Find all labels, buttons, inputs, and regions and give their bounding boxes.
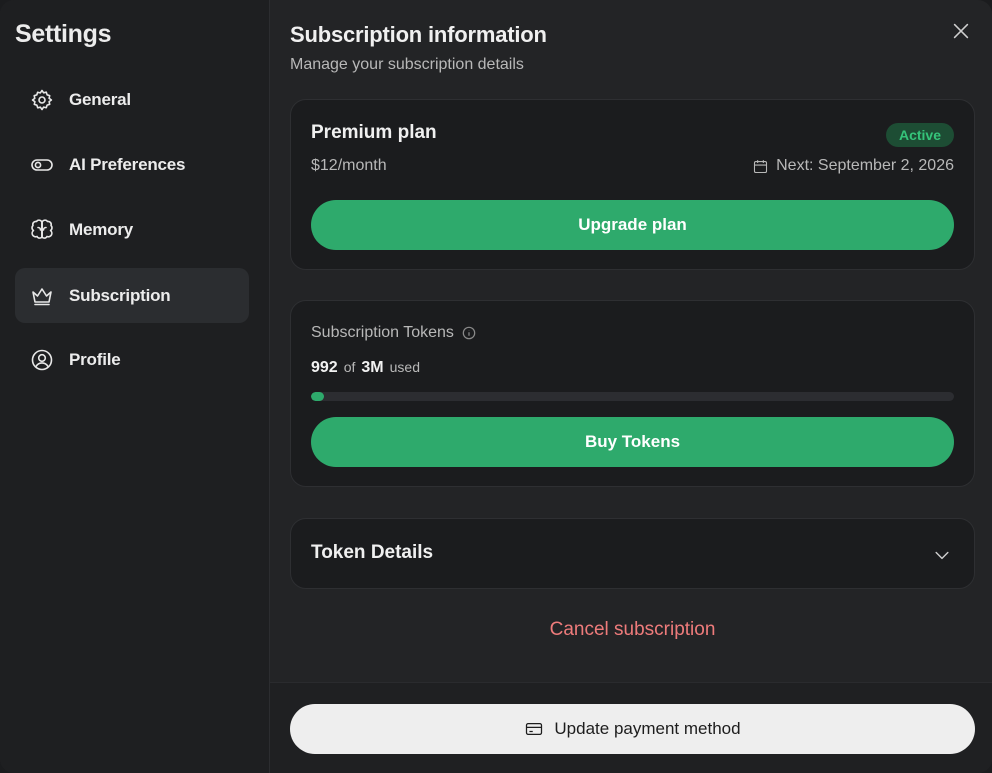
sidebar-item-profile[interactable]: Profile: [15, 332, 249, 387]
plan-name: Premium plan: [311, 122, 437, 143]
main-panel: Subscription information Manage your sub…: [270, 0, 992, 773]
user-circle-icon: [29, 347, 55, 373]
footer: Update payment method: [270, 682, 992, 773]
sidebar-item-memory[interactable]: Memory: [15, 202, 249, 257]
crown-icon: [29, 283, 55, 309]
tokens-label: Subscription Tokens: [311, 324, 454, 341]
brain-icon: [29, 217, 55, 243]
token-details-accordion[interactable]: Token Details: [290, 518, 975, 589]
page-subtitle: Manage your subscription details: [290, 56, 524, 73]
close-icon: [953, 23, 969, 39]
page-title: Subscription information: [290, 22, 547, 47]
token-details-label: Token Details: [311, 542, 434, 563]
close-button[interactable]: [950, 20, 974, 44]
sidebar-item-subscription[interactable]: Subscription: [15, 268, 249, 323]
buy-tokens-button[interactable]: Buy Tokens: [311, 417, 954, 467]
sidebar-item-label: Profile: [69, 349, 121, 369]
info-icon[interactable]: [462, 326, 476, 340]
calendar-icon: [754, 159, 768, 173]
sidebar-item-label: General: [69, 89, 131, 109]
tokens-used: 992: [311, 359, 338, 376]
sidebar-item-label: Memory: [69, 219, 133, 239]
next-billing-label: Next: September 2, 2026: [776, 157, 954, 174]
sidebar: Settings General AI Preferences Memory S…: [0, 0, 270, 773]
tokens-used-label: used: [389, 359, 420, 375]
sidebar-item-ai-preferences[interactable]: AI Preferences: [15, 137, 249, 192]
tokens-label-row: Subscription Tokens: [311, 324, 476, 342]
tokens-total: 3M: [361, 359, 384, 376]
sidebar-item-label: AI Preferences: [69, 154, 186, 174]
next-billing-date: Next: September 2, 2026: [752, 157, 954, 175]
gear-icon: [29, 87, 55, 113]
credit-card-icon: [526, 722, 543, 736]
plan-price: $12/month: [311, 157, 387, 174]
plan-card: Premium plan Active $12/month Next: Sept…: [290, 99, 975, 270]
sidebar-item-label: Subscription: [69, 285, 171, 305]
tokens-progress-fill: [311, 392, 324, 401]
sidebar-title: Settings: [15, 20, 112, 48]
status-badge: Active: [885, 123, 954, 147]
tokens-of-label: of: [343, 359, 356, 375]
upgrade-plan-button[interactable]: Upgrade plan: [311, 200, 954, 250]
tokens-card: Subscription Tokens 992 of 3M used Buy T…: [290, 300, 975, 487]
chevron-down-icon: [932, 545, 952, 570]
update-payment-button[interactable]: Update payment method: [290, 704, 975, 754]
tokens-usage: 992 of 3M used: [311, 359, 426, 377]
update-payment-label: Update payment method: [554, 719, 741, 738]
settings-dialog: Settings General AI Preferences Memory S…: [0, 0, 992, 773]
toggle-icon: [29, 152, 55, 178]
tokens-progress-bar: [311, 392, 954, 401]
sidebar-item-general[interactable]: General: [15, 72, 249, 127]
cancel-subscription-link[interactable]: Cancel subscription: [290, 619, 975, 641]
